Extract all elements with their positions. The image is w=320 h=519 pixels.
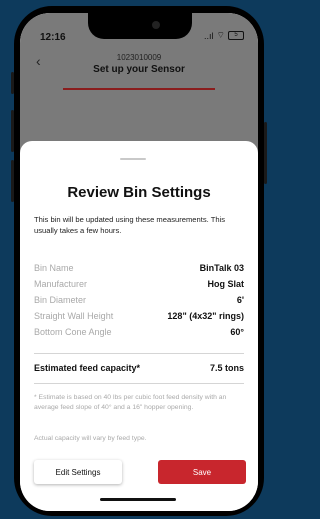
row-bin-name: Bin Name BinTalk 03 bbox=[34, 263, 244, 277]
row-value: Hog Slat bbox=[207, 279, 244, 289]
sensor-id: 1023010009 bbox=[116, 53, 162, 62]
row-label: Manufacturer bbox=[34, 279, 88, 289]
app-header-dimmed: 12:16 ..ıl ⌔ 5 ‹ 1023010009 Set up your … bbox=[20, 13, 258, 153]
volume-down-button bbox=[11, 160, 14, 202]
progress-bar bbox=[63, 88, 215, 90]
estimate-note: * Estimate is based on 40 lbs per cubic … bbox=[34, 394, 227, 411]
variance-note: Actual capacity will vary by feed type. bbox=[34, 435, 147, 442]
row-wall-height: Straight Wall Height 128" (4x32" rings) bbox=[34, 311, 244, 325]
sheet-handle[interactable] bbox=[120, 158, 146, 160]
intro-text: This bin will be updated using these mea… bbox=[34, 215, 226, 235]
camera-icon bbox=[152, 21, 160, 29]
row-label: Bin Diameter bbox=[34, 295, 87, 305]
wifi-icon: ⌔ bbox=[216, 30, 225, 40]
divider bbox=[34, 383, 244, 384]
save-button[interactable]: Save bbox=[158, 460, 246, 484]
estimated-capacity: Estimated feed capacity* 7.5 tons bbox=[34, 363, 244, 373]
row-value: 6' bbox=[236, 295, 244, 305]
notch bbox=[88, 13, 192, 39]
estimate-label: Estimated feed capacity* bbox=[34, 363, 141, 373]
row-manufacturer: Manufacturer Hog Slat bbox=[34, 279, 244, 293]
row-value: BinTalk 03 bbox=[199, 263, 244, 273]
row-label: Straight Wall Height bbox=[34, 311, 114, 321]
status-time: 12:16 bbox=[40, 32, 66, 43]
edit-settings-button[interactable]: Edit Settings bbox=[34, 460, 122, 484]
row-value: 60° bbox=[230, 327, 244, 337]
row-label: Bottom Cone Angle bbox=[34, 327, 112, 337]
row-label: Bin Name bbox=[34, 263, 74, 273]
battery-icon: 5 bbox=[228, 31, 244, 40]
sheet-title: Review Bin Settings bbox=[67, 184, 211, 201]
volume-up-button bbox=[11, 110, 14, 152]
screen: 12:16 ..ıl ⌔ 5 ‹ 1023010009 Set up your … bbox=[20, 13, 258, 511]
divider bbox=[34, 353, 244, 354]
home-indicator[interactable] bbox=[100, 498, 176, 501]
row-bin-diameter: Bin Diameter 6' bbox=[34, 295, 244, 309]
power-button bbox=[264, 122, 267, 184]
estimate-value: 7.5 tons bbox=[209, 363, 244, 373]
mute-switch bbox=[11, 72, 14, 94]
page-title: Set up your Sensor bbox=[93, 64, 185, 75]
signal-icon: ..ıl bbox=[204, 30, 214, 41]
row-value: 128" (4x32" rings) bbox=[167, 311, 244, 321]
row-cone-angle: Bottom Cone Angle 60° bbox=[34, 327, 244, 341]
status-icons: ..ıl ⌔ 5 bbox=[204, 30, 244, 41]
review-sheet: Review Bin Settings This bin will be upd… bbox=[20, 141, 258, 511]
